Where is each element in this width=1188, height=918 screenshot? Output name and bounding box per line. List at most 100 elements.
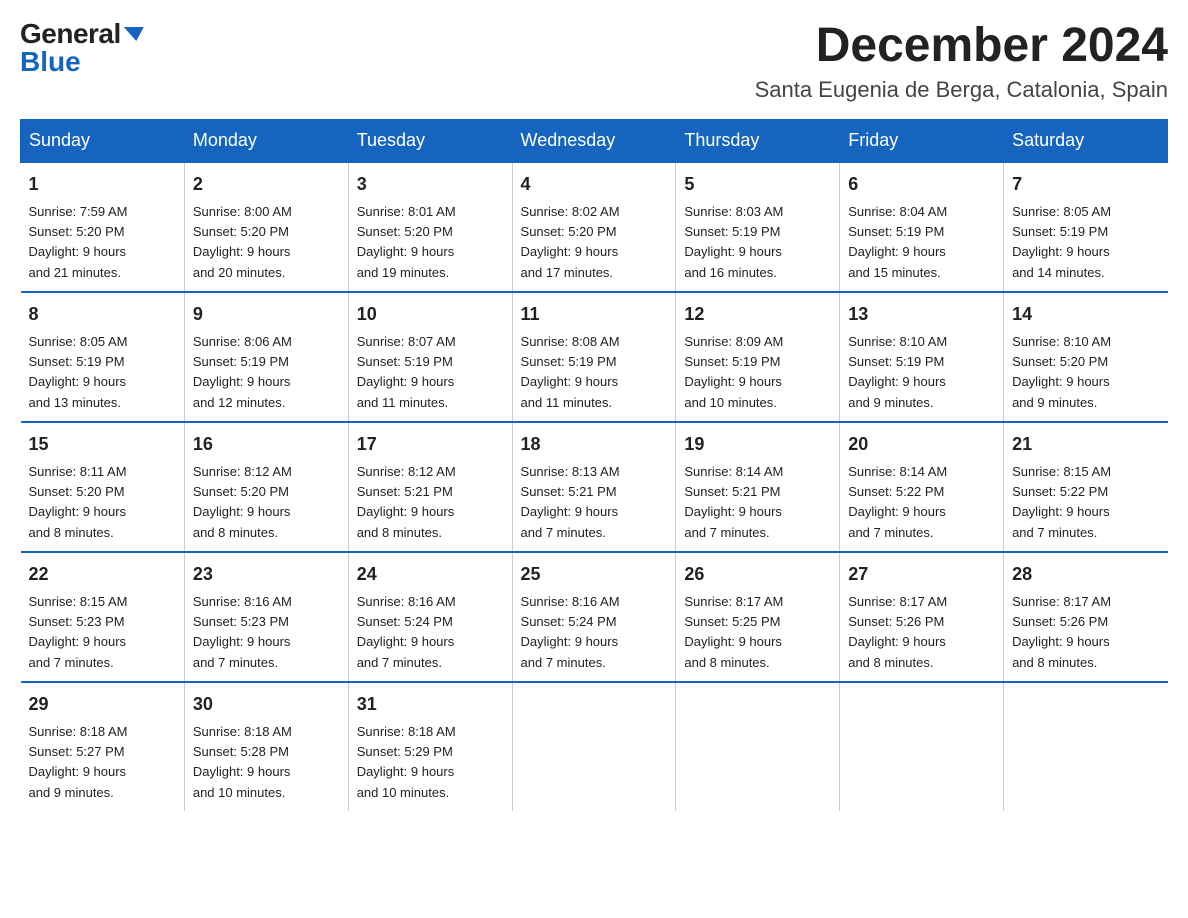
day-number: 27 <box>848 561 995 588</box>
day-sunrise: Sunrise: 8:16 AM <box>357 594 456 609</box>
day-sunrise: Sunrise: 8:17 AM <box>1012 594 1111 609</box>
day-sunrise: Sunrise: 8:14 AM <box>684 464 783 479</box>
day-sunset: Sunset: 5:19 PM <box>357 354 453 369</box>
day-number: 9 <box>193 301 340 328</box>
calendar-day-cell: 20 Sunrise: 8:14 AM Sunset: 5:22 PM Dayl… <box>840 422 1004 552</box>
day-sunset: Sunset: 5:21 PM <box>357 484 453 499</box>
day-daylight: Daylight: 9 hours <box>193 374 291 389</box>
day-sunset: Sunset: 5:25 PM <box>684 614 780 629</box>
day-daylight: Daylight: 9 hours <box>29 244 127 259</box>
day-daylight2: and 8 minutes. <box>1012 655 1097 670</box>
day-daylight2: and 8 minutes. <box>357 525 442 540</box>
day-of-week-header: Saturday <box>1004 119 1168 162</box>
day-daylight2: and 10 minutes. <box>684 395 777 410</box>
day-sunrise: Sunrise: 8:05 AM <box>1012 204 1111 219</box>
day-daylight2: and 14 minutes. <box>1012 265 1105 280</box>
day-daylight: Daylight: 9 hours <box>357 244 455 259</box>
calendar-day-cell: 8 Sunrise: 8:05 AM Sunset: 5:19 PM Dayli… <box>21 292 185 422</box>
calendar-day-cell: 21 Sunrise: 8:15 AM Sunset: 5:22 PM Dayl… <box>1004 422 1168 552</box>
calendar-day-cell: 17 Sunrise: 8:12 AM Sunset: 5:21 PM Dayl… <box>348 422 512 552</box>
day-sunset: Sunset: 5:24 PM <box>521 614 617 629</box>
day-sunrise: Sunrise: 8:16 AM <box>521 594 620 609</box>
day-number: 3 <box>357 171 504 198</box>
day-of-week-header: Tuesday <box>348 119 512 162</box>
day-sunset: Sunset: 5:29 PM <box>357 744 453 759</box>
day-daylight: Daylight: 9 hours <box>1012 374 1110 389</box>
day-of-week-header: Monday <box>184 119 348 162</box>
calendar-day-cell: 14 Sunrise: 8:10 AM Sunset: 5:20 PM Dayl… <box>1004 292 1168 422</box>
calendar-day-cell: 1 Sunrise: 7:59 AM Sunset: 5:20 PM Dayli… <box>21 162 185 292</box>
day-daylight: Daylight: 9 hours <box>357 374 455 389</box>
calendar-day-cell: 25 Sunrise: 8:16 AM Sunset: 5:24 PM Dayl… <box>512 552 676 682</box>
calendar-day-cell: 3 Sunrise: 8:01 AM Sunset: 5:20 PM Dayli… <box>348 162 512 292</box>
title-area: December 2024 Santa Eugenia de Berga, Ca… <box>755 20 1168 103</box>
calendar-day-cell <box>1004 682 1168 811</box>
day-daylight: Daylight: 9 hours <box>1012 244 1110 259</box>
day-daylight: Daylight: 9 hours <box>684 504 782 519</box>
calendar-day-cell: 13 Sunrise: 8:10 AM Sunset: 5:19 PM Dayl… <box>840 292 1004 422</box>
logo: General Blue <box>20 20 145 76</box>
month-title: December 2024 <box>755 20 1168 73</box>
calendar-day-cell: 15 Sunrise: 8:11 AM Sunset: 5:20 PM Dayl… <box>21 422 185 552</box>
day-number: 19 <box>684 431 831 458</box>
calendar-day-cell: 19 Sunrise: 8:14 AM Sunset: 5:21 PM Dayl… <box>676 422 840 552</box>
day-daylight: Daylight: 9 hours <box>848 634 946 649</box>
day-sunrise: Sunrise: 8:12 AM <box>193 464 292 479</box>
day-sunset: Sunset: 5:20 PM <box>1012 354 1108 369</box>
day-number: 12 <box>684 301 831 328</box>
day-daylight2: and 20 minutes. <box>193 265 286 280</box>
day-daylight: Daylight: 9 hours <box>29 634 127 649</box>
calendar-day-cell: 30 Sunrise: 8:18 AM Sunset: 5:28 PM Dayl… <box>184 682 348 811</box>
day-sunset: Sunset: 5:22 PM <box>848 484 944 499</box>
day-daylight2: and 8 minutes. <box>29 525 114 540</box>
day-sunset: Sunset: 5:23 PM <box>193 614 289 629</box>
calendar-day-cell <box>840 682 1004 811</box>
day-daylight: Daylight: 9 hours <box>848 504 946 519</box>
day-daylight2: and 16 minutes. <box>684 265 777 280</box>
day-daylight: Daylight: 9 hours <box>193 764 291 779</box>
day-daylight2: and 7 minutes. <box>29 655 114 670</box>
day-daylight: Daylight: 9 hours <box>29 764 127 779</box>
day-daylight2: and 8 minutes. <box>684 655 769 670</box>
calendar-week-row: 29 Sunrise: 8:18 AM Sunset: 5:27 PM Dayl… <box>21 682 1168 811</box>
day-sunrise: Sunrise: 7:59 AM <box>29 204 128 219</box>
day-daylight: Daylight: 9 hours <box>1012 504 1110 519</box>
day-daylight: Daylight: 9 hours <box>357 504 455 519</box>
day-daylight2: and 10 minutes. <box>357 785 450 800</box>
day-sunrise: Sunrise: 8:09 AM <box>684 334 783 349</box>
calendar-day-cell: 6 Sunrise: 8:04 AM Sunset: 5:19 PM Dayli… <box>840 162 1004 292</box>
day-number: 8 <box>29 301 176 328</box>
day-daylight: Daylight: 9 hours <box>193 634 291 649</box>
day-number: 23 <box>193 561 340 588</box>
calendar-day-cell: 28 Sunrise: 8:17 AM Sunset: 5:26 PM Dayl… <box>1004 552 1168 682</box>
calendar-day-cell: 7 Sunrise: 8:05 AM Sunset: 5:19 PM Dayli… <box>1004 162 1168 292</box>
day-sunrise: Sunrise: 8:15 AM <box>1012 464 1111 479</box>
day-sunset: Sunset: 5:22 PM <box>1012 484 1108 499</box>
day-number: 17 <box>357 431 504 458</box>
day-sunset: Sunset: 5:28 PM <box>193 744 289 759</box>
day-daylight2: and 8 minutes. <box>193 525 278 540</box>
day-daylight2: and 9 minutes. <box>848 395 933 410</box>
day-sunset: Sunset: 5:19 PM <box>193 354 289 369</box>
day-sunrise: Sunrise: 8:06 AM <box>193 334 292 349</box>
day-sunset: Sunset: 5:21 PM <box>684 484 780 499</box>
day-daylight2: and 13 minutes. <box>29 395 122 410</box>
day-sunset: Sunset: 5:26 PM <box>1012 614 1108 629</box>
day-number: 22 <box>29 561 176 588</box>
day-number: 2 <box>193 171 340 198</box>
day-number: 4 <box>521 171 668 198</box>
day-number: 21 <box>1012 431 1159 458</box>
day-sunset: Sunset: 5:20 PM <box>193 224 289 239</box>
day-sunrise: Sunrise: 8:17 AM <box>848 594 947 609</box>
calendar-table: SundayMondayTuesdayWednesdayThursdayFrid… <box>20 119 1168 811</box>
day-sunrise: Sunrise: 8:14 AM <box>848 464 947 479</box>
calendar-week-row: 22 Sunrise: 8:15 AM Sunset: 5:23 PM Dayl… <box>21 552 1168 682</box>
day-number: 10 <box>357 301 504 328</box>
day-number: 13 <box>848 301 995 328</box>
day-sunrise: Sunrise: 8:10 AM <box>1012 334 1111 349</box>
day-sunrise: Sunrise: 8:02 AM <box>521 204 620 219</box>
day-daylight2: and 15 minutes. <box>848 265 941 280</box>
day-of-week-header: Sunday <box>21 119 185 162</box>
day-daylight: Daylight: 9 hours <box>848 244 946 259</box>
day-daylight: Daylight: 9 hours <box>193 504 291 519</box>
